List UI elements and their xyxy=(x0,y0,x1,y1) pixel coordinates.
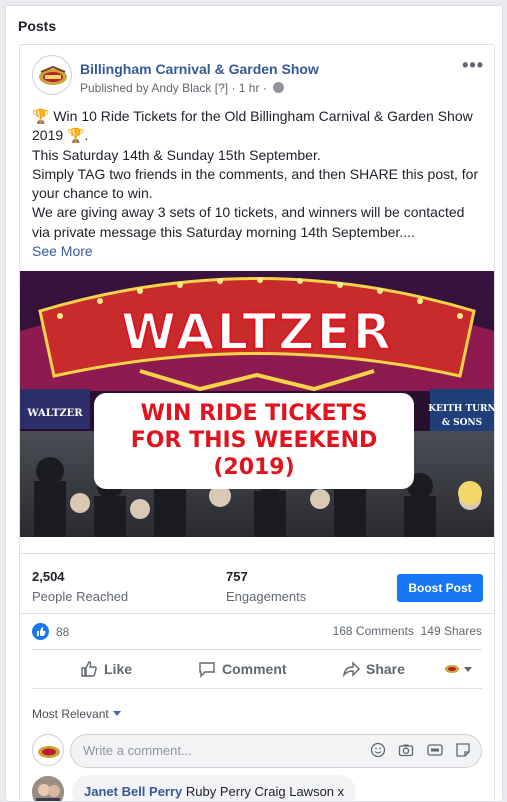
comment-button[interactable]: Comment xyxy=(198,660,287,678)
user-photo-icon xyxy=(32,776,64,801)
share-button[interactable]: Share xyxy=(342,660,405,678)
post-card: Billingham Carnival & Garden Show Publis… xyxy=(19,44,495,801)
composer-avatar xyxy=(32,734,64,766)
comment-input[interactable] xyxy=(83,743,323,758)
like-button[interactable]: Like xyxy=(80,660,132,678)
avatar[interactable] xyxy=(32,776,64,801)
page-name-link[interactable]: Billingham Carnival & Garden Show xyxy=(80,61,319,77)
published-by[interactable]: Published by Andy Black xyxy=(80,81,211,95)
post-insights: 2,504 People Reached 757 Engagements Boo… xyxy=(20,553,494,613)
more-options-button[interactable]: ••• xyxy=(462,55,484,76)
comment-sort-dropdown[interactable]: Most Relevant xyxy=(32,707,121,721)
ride-side-right-text-1: KEITH TURN xyxy=(428,404,494,414)
post-text-line: 2019 🏆. xyxy=(32,127,89,144)
ride-side-left-text: WALTZER xyxy=(26,408,83,419)
banner-line-3: (2019) xyxy=(213,455,294,480)
post-text: 🏆 Win 10 Ride Tickets for the Old Billin… xyxy=(32,107,488,261)
panel-title: Posts xyxy=(18,18,57,34)
post-actions: Like Comment Share xyxy=(32,649,482,689)
banner-line-2: FOR THIS WEEKEND xyxy=(131,428,378,453)
sticker-icon[interactable] xyxy=(455,742,471,763)
like-label: Like xyxy=(104,661,133,677)
comments-shares: 168 Comments 149 Shares xyxy=(333,624,482,638)
trophy-icon: 🏆 xyxy=(32,108,50,124)
banner-line-1: WIN RIDE TICKETS xyxy=(141,401,368,426)
meta-separator: · xyxy=(262,81,267,95)
reactions-bar: 88 168 Comments 149 Shares xyxy=(20,613,494,649)
comments-count[interactable]: 168 Comments xyxy=(333,624,414,638)
page-logo-dropdown-icon xyxy=(445,665,472,673)
post-text-line: We are giving away 3 sets of 10 tickets,… xyxy=(32,204,465,221)
post-text-line: This Saturday 14th & Sunday 15th Septemb… xyxy=(32,146,321,163)
help-marker[interactable]: [?] xyxy=(215,81,228,95)
post-text-line: via private message this Saturday mornin… xyxy=(32,223,415,240)
comment-sort-label: Most Relevant xyxy=(32,707,109,721)
like-reaction-icon[interactable] xyxy=(32,623,49,640)
boost-post-button[interactable]: Boost Post xyxy=(397,574,483,602)
reaction-count[interactable]: 88 xyxy=(56,625,69,639)
camera-icon[interactable] xyxy=(398,742,414,763)
comment-label: Comment xyxy=(222,661,287,677)
post-text-line: Simply TAG two friends in the comments, … xyxy=(32,165,479,182)
post-text-line: 🏆 Win 10 Ride Tickets for the Old Billin… xyxy=(32,108,473,124)
page-identity-selector[interactable] xyxy=(444,662,474,681)
post-text-line: your chance to win. xyxy=(32,185,153,202)
trophy-icon: 🏆 xyxy=(67,127,85,144)
post-meta: Published by Andy Black [?] · 1 hr · xyxy=(80,81,285,95)
see-more-link[interactable]: See More xyxy=(32,243,93,259)
globe-icon[interactable] xyxy=(273,82,285,93)
share-icon xyxy=(342,661,360,678)
shares-count[interactable]: 149 Shares xyxy=(421,624,482,638)
people-reached-label: People Reached xyxy=(32,589,129,604)
gif-icon[interactable] xyxy=(426,742,443,763)
engagements-value: 757 xyxy=(226,569,248,584)
emoji-icon[interactable] xyxy=(370,742,386,763)
comment-icon xyxy=(199,662,215,678)
post-time[interactable]: 1 hr xyxy=(239,81,260,95)
comment-bubble: Janet Bell Perry Ruby Perry Craig Lawson… xyxy=(72,775,357,801)
posts-panel: Posts Billingham Carnival & Garden Show … xyxy=(5,5,503,802)
caret-down-icon xyxy=(112,711,121,716)
people-reached-value: 2,504 xyxy=(32,569,65,584)
ride-sign-text: WALTZER xyxy=(121,303,393,361)
waltzer-ride-photo: WALTZER WALTZER KEITH TURN & SONS WIN RI… xyxy=(20,271,494,537)
composer-tools xyxy=(362,742,471,763)
post-image[interactable]: WALTZER WALTZER KEITH TURN & SONS WIN RI… xyxy=(20,271,494,537)
share-label: Share xyxy=(366,661,405,677)
engagements-label: Engagements xyxy=(226,589,307,604)
thumbs-up-icon xyxy=(81,661,97,677)
comment-composer xyxy=(70,734,482,768)
comment-author-link[interactable]: Janet Bell Perry xyxy=(84,784,182,799)
carnival-logo-icon xyxy=(39,65,67,85)
page-avatar[interactable] xyxy=(32,55,72,95)
meta-separator: · xyxy=(231,81,236,95)
carnival-logo-icon xyxy=(38,746,60,758)
ride-side-right-text-2: & SONS xyxy=(442,418,482,428)
comment-text: Ruby Perry Craig Lawson x xyxy=(185,784,345,799)
